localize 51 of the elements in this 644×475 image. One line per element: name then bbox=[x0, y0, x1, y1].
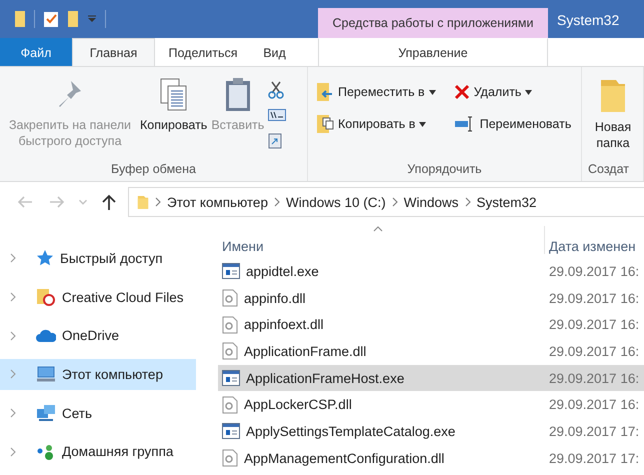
file-row[interactable]: ApplySettingsTemplateCatalog.exe 29.09.2017 17: bbox=[218, 418, 644, 445]
nav-item[interactable]: Этот компьютер bbox=[0, 359, 196, 390]
ribbon-button[interactable]: Удалить bbox=[454, 81, 572, 103]
file-name: appinfoext.dll bbox=[244, 317, 324, 332]
nav-item[interactable]: Быстрый доступ bbox=[0, 243, 196, 274]
ribbon-button[interactable]: Новая папка bbox=[586, 73, 640, 162]
file-name: ApplicationFrameHost.exe bbox=[246, 370, 404, 386]
window-title: System32 bbox=[556, 12, 620, 30]
file-date: 29.09.2017 17: bbox=[548, 424, 640, 439]
file-name: AppLockerCSP.dll bbox=[244, 397, 352, 412]
breadcrumb[interactable]: Windows 10 (C:) bbox=[286, 194, 386, 210]
file-name: ApplicationFrame.dll bbox=[244, 344, 366, 359]
breadcrumb[interactable]: Windows bbox=[404, 194, 458, 210]
file-date: 29.09.2017 16: bbox=[548, 344, 640, 359]
ribbon-tab[interactable]: Файл bbox=[0, 38, 72, 66]
column-header[interactable]: Дата изменен bbox=[545, 239, 644, 258]
nav-item[interactable]: Домашняя группа bbox=[0, 436, 196, 468]
file-date: 29.09.2017 17: bbox=[548, 450, 640, 466]
file-name: appinfo.dll bbox=[244, 290, 306, 306]
file-name: ApplySettingsTemplateCatalog.exe bbox=[246, 424, 456, 439]
ribbon-button[interactable]: Переименовать bbox=[454, 113, 572, 135]
ribbon-button[interactable]: Копировать bbox=[140, 73, 208, 162]
file-row[interactable]: ApplicationFrameHost.exe 29.09.2017 16: bbox=[218, 364, 644, 392]
ribbon-tab[interactable]: Управление bbox=[318, 38, 548, 66]
group-label: Буфер обмена bbox=[110, 162, 197, 178]
file-row[interactable]: appidtel.exe 29.09.2017 16: bbox=[218, 258, 644, 285]
column-header[interactable]: Имени bbox=[218, 239, 544, 258]
nav-item[interactable]: Creative Cloud Files bbox=[0, 282, 196, 312]
file-date: 29.09.2017 16: bbox=[548, 317, 640, 332]
file-row[interactable]: AppManagementConfiguration.dll 29.09.2017 17: bbox=[218, 444, 644, 472]
group-label: Упорядочить bbox=[406, 162, 483, 178]
file-date: 29.09.2017 16: bbox=[548, 397, 640, 412]
breadcrumb[interactable]: System32 bbox=[476, 194, 537, 210]
address-bar[interactable]: Этот компьютер Windows 10 (C:) Windows System32 bbox=[128, 187, 644, 217]
nav-item[interactable]: OneDrive bbox=[0, 320, 196, 352]
breadcrumb[interactable]: Этот компьютер bbox=[167, 194, 268, 210]
nav-item[interactable]: Сеть bbox=[0, 398, 196, 428]
file-name: AppManagementConfiguration.dll bbox=[244, 450, 444, 466]
file-date: 29.09.2017 16: bbox=[548, 370, 640, 386]
file-row[interactable]: AppLockerCSP.dll 29.09.2017 16: bbox=[218, 391, 644, 418]
file-date: 29.09.2017 16: bbox=[548, 264, 640, 279]
file-row[interactable]: appinfoext.dll 29.09.2017 16: bbox=[218, 311, 644, 338]
ribbon-button[interactable]: Переместить в bbox=[316, 81, 436, 103]
file-name: appidtel.exe bbox=[246, 264, 319, 279]
context-tab-group-title: Средства работы с приложениями bbox=[318, 8, 548, 38]
file-row[interactable]: ApplicationFrame.dll 29.09.2017 16: bbox=[218, 338, 644, 365]
file-row[interactable]: appinfo.dll 29.09.2017 16: bbox=[218, 284, 644, 312]
ribbon-tab[interactable]: Главная bbox=[72, 38, 155, 66]
file-date: 29.09.2017 16: bbox=[548, 290, 640, 306]
group-label: Создат bbox=[587, 162, 630, 178]
ribbon-button[interactable]: Копировать в bbox=[316, 113, 436, 135]
